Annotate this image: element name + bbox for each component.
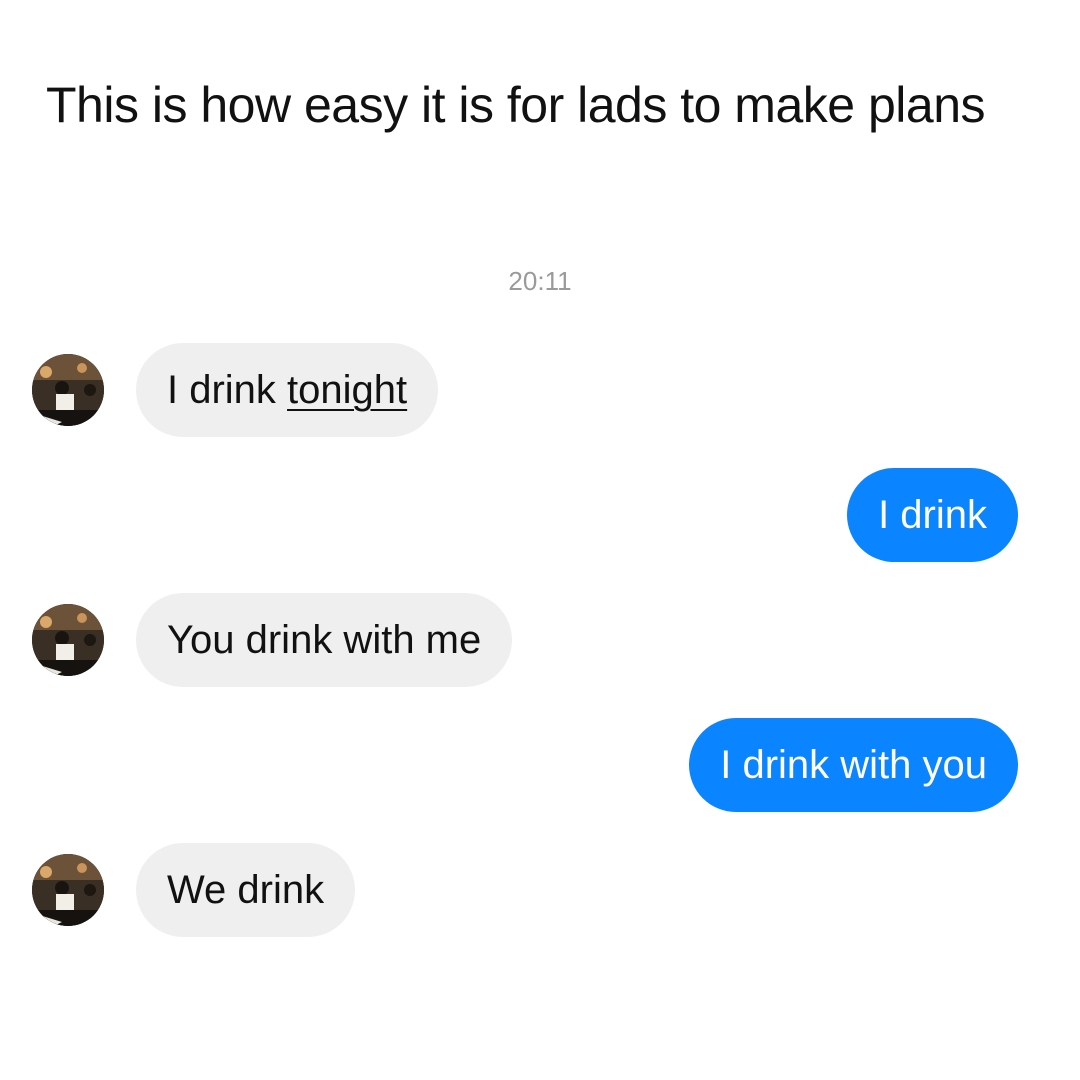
message-link-text[interactable]: tonight <box>287 368 407 412</box>
avatar-photo-icon <box>32 854 104 926</box>
message-text: We drink <box>167 868 325 912</box>
incoming-message-bubble[interactable]: You drink with me <box>136 593 513 687</box>
message-timestamp: 20:11 <box>508 266 572 296</box>
message-text: I drink <box>878 493 987 537</box>
avatar-photo-icon <box>32 604 104 676</box>
incoming-message-bubble[interactable]: I drink tonight <box>136 343 439 437</box>
outgoing-message-bubble[interactable]: I drink with you <box>689 718 1018 812</box>
message-text: I drink <box>167 368 288 412</box>
post-caption: This is how easy it is for lads to make … <box>46 77 986 133</box>
outgoing-message-bubble[interactable]: I drink <box>847 468 1018 562</box>
sender-avatar[interactable] <box>32 354 104 426</box>
sender-avatar[interactable] <box>32 604 104 676</box>
message-text: You drink with me <box>167 618 482 662</box>
message-text: I drink with you <box>720 743 987 787</box>
avatar-photo-icon <box>32 354 104 426</box>
sender-avatar[interactable] <box>32 854 104 926</box>
incoming-message-bubble[interactable]: We drink <box>136 843 356 937</box>
